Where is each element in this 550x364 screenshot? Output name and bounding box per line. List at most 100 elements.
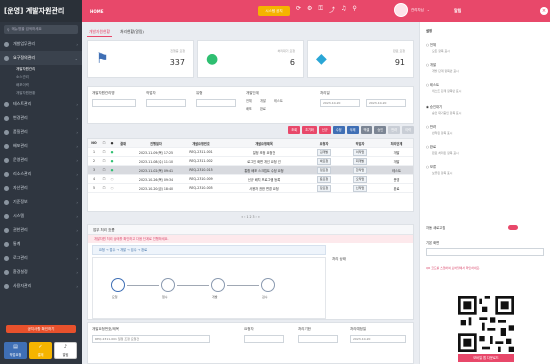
column-header[interactable]: 진행일자 xyxy=(130,141,182,146)
pagination[interactable]: « ‹ 1 2 3 › » xyxy=(87,212,414,222)
flow-node[interactable] xyxy=(111,278,125,292)
cell-title[interactable]: 사용자 권한 변경 요청 xyxy=(220,186,308,191)
sidebar-subitem[interactable]: 소스관리 xyxy=(0,73,82,81)
approve-button[interactable]: 승인 xyxy=(374,126,387,134)
cell-title[interactable]: 신규 배치 프로그램 등록 xyxy=(220,177,308,182)
notice-button[interactable]: 시스템 공지 xyxy=(258,6,290,16)
sidebar-item[interactable]: 시스템 › xyxy=(0,209,82,223)
share-icon[interactable]: ⤴ xyxy=(329,5,335,14)
excel-button[interactable]: 엑셀 xyxy=(360,126,373,134)
sidebar-item[interactable]: 권한관리 › xyxy=(0,223,82,237)
close-icon[interactable]: × xyxy=(540,7,548,15)
sidebar-item[interactable]: 환경설정 › xyxy=(0,265,82,279)
option-radio[interactable]: ○ 반려 xyxy=(426,124,436,129)
option-radio-selected[interactable]: ◉ 승인대기 xyxy=(426,104,442,109)
column-header[interactable]: 작업자 xyxy=(340,141,380,146)
tile-approval[interactable]: ✓ 결재 xyxy=(29,342,52,359)
sidebar-item[interactable]: 개발업무관리 › xyxy=(0,37,82,51)
sidebar-item[interactable]: 사용자관리 › xyxy=(0,279,82,293)
check-all[interactable]: 전체 xyxy=(246,98,252,103)
check-deploy[interactable]: 배포 xyxy=(246,106,252,111)
row-checkbox[interactable]: ☐ xyxy=(100,177,108,181)
row-checkbox[interactable]: ☐ xyxy=(100,168,108,172)
column-header[interactable]: 요청자 xyxy=(308,141,340,146)
cell-req-no[interactable]: REQ-2310-015 xyxy=(182,168,220,172)
option-radio[interactable]: ○ 개발 xyxy=(426,62,436,67)
date-from-input[interactable]: 2023-10-20 xyxy=(320,99,360,107)
tile-request[interactable]: ▤ 작업요청 xyxy=(4,342,27,359)
cell-title[interactable]: 통합 배포 스크립트 수정 요청 xyxy=(220,168,308,173)
flow-node[interactable] xyxy=(261,278,275,292)
sidebar-item[interactable]: 리소스관리 › xyxy=(0,167,82,181)
column-header[interactable]: ☐ xyxy=(100,141,108,145)
sidebar-item[interactable]: 운영관리 › xyxy=(0,153,82,167)
new-button[interactable]: 신규 xyxy=(318,126,331,134)
search-icon[interactable]: ⚲ xyxy=(352,5,356,14)
sidebar-search-input[interactable]: ⚲ 메뉴명을 검색하세요 xyxy=(4,25,78,34)
bell-icon[interactable]: ♫ xyxy=(341,5,346,14)
row-checkbox[interactable]: ☐ xyxy=(100,186,108,190)
sidebar-alert-button[interactable]: 공지사항 확인하기 xyxy=(6,325,76,333)
flow-node[interactable] xyxy=(161,278,175,292)
tab-process-status[interactable]: 처리현황(알림) xyxy=(118,28,146,37)
sidebar-item[interactable]: 품질관리 › xyxy=(0,125,82,139)
table-row[interactable]: 2 ☐ ● 2023-11-08(수) 11:10 REQ-2311-002 로… xyxy=(88,157,413,166)
cell-req-no[interactable]: REQ-2311-001 xyxy=(182,150,220,154)
lock-icon[interactable]: ⚿ xyxy=(318,5,323,14)
row-checkbox[interactable]: ☐ xyxy=(100,150,108,154)
delete-button[interactable]: 삭제 xyxy=(346,126,359,134)
option-radio[interactable]: ○ 보류 xyxy=(426,164,436,169)
cell-req-no[interactable]: REQ-2310-009 xyxy=(182,177,220,181)
auto-refresh-toggle[interactable] xyxy=(508,225,518,230)
option-radio[interactable]: ○ 테스트 xyxy=(426,82,439,87)
edit-button[interactable]: 수정 xyxy=(332,126,345,134)
type-select[interactable] xyxy=(196,99,236,107)
cell-title[interactable]: 로그인 화면 개선 요청 건 xyxy=(220,159,308,164)
refresh-icon[interactable]: ⟳ xyxy=(296,5,301,14)
sidebar-item[interactable]: 로그관리 › xyxy=(0,251,82,265)
column-header[interactable]: 개발요청번호 xyxy=(182,141,220,146)
notification-label[interactable]: 알림 xyxy=(454,8,461,14)
req-title-field[interactable]: REQ-2311-001 일정 조정 요청건 xyxy=(92,335,210,343)
app-download-button[interactable]: 모바일 앱 다운로드 xyxy=(458,354,514,362)
requester-field[interactable] xyxy=(244,335,284,343)
cell-req-no[interactable]: REQ-2311-002 xyxy=(182,159,220,163)
search-button[interactable]: 조회 xyxy=(288,126,301,134)
column-header[interactable]: 처리단계 xyxy=(380,141,413,146)
worker-input[interactable] xyxy=(146,99,186,107)
reject-button[interactable]: 반려 xyxy=(388,126,401,134)
settings-icon[interactable]: ⚙ xyxy=(307,5,312,14)
flow-node[interactable] xyxy=(211,278,225,292)
cell-req-no[interactable]: REQ-2310-005 xyxy=(182,186,220,190)
sidebar-item[interactable]: 기준정보 › xyxy=(0,195,82,209)
check-dev[interactable]: 개발 xyxy=(260,98,266,103)
resource-name-input[interactable] xyxy=(92,99,136,107)
sidebar-item[interactable]: 자산관리 › xyxy=(0,181,82,195)
check-done[interactable]: 완료 xyxy=(260,106,266,111)
date-to-input[interactable]: 2023-10-20 xyxy=(366,99,406,107)
reset-button[interactable]: 초기화 xyxy=(302,126,317,134)
home-link[interactable]: HOME xyxy=(90,9,103,14)
sidebar-item[interactable]: 통계 › xyxy=(0,237,82,251)
option-radio[interactable]: ○ 완료 xyxy=(426,144,436,149)
table-row[interactable]: 5 ☐ ○ 2023-10-20(금) 18:40 REQ-2310-005 사… xyxy=(88,184,413,193)
sidebar-subitem[interactable]: 개발자원현황 xyxy=(0,89,82,97)
sidebar-item[interactable]: 변경관리 › xyxy=(0,111,82,125)
user-menu[interactable]: 관리자님 ⌄ xyxy=(394,3,430,17)
table-row[interactable]: 1 ☐ ● 2023-11-09(목) 17:25 REQ-2311-001 일… xyxy=(88,148,413,157)
deadline-field[interactable] xyxy=(298,335,338,343)
due-date-field[interactable]: 2023-10-20 xyxy=(350,335,406,343)
row-checkbox[interactable]: ☐ xyxy=(100,159,108,163)
cell-title[interactable]: 일정 조정 요청건 xyxy=(220,150,308,155)
table-row-selected[interactable]: 3 ☐ ● 2023-11-02(목) 09:41 REQ-2310-015 통… xyxy=(88,166,413,175)
tile-alert[interactable]: ♪ 알림 xyxy=(54,342,77,359)
check-test[interactable]: 테스트 xyxy=(274,98,283,103)
sidebar-subitem[interactable]: 배포이력 xyxy=(0,81,82,89)
sidebar-item[interactable]: 배포관리 › xyxy=(0,139,82,153)
sidebar-subitem[interactable]: 개발자원관리 xyxy=(0,65,82,73)
table-row[interactable]: 4 ☐ ○ 2023-10-26(목) 09:34 REQ-2310-009 신… xyxy=(88,175,413,184)
history-button[interactable]: 이력 xyxy=(402,126,414,134)
column-header[interactable]: 개발요청제목 xyxy=(220,141,308,146)
sidebar-item[interactable]: 테스트관리 › xyxy=(0,97,82,111)
default-view-select[interactable] xyxy=(426,248,544,256)
